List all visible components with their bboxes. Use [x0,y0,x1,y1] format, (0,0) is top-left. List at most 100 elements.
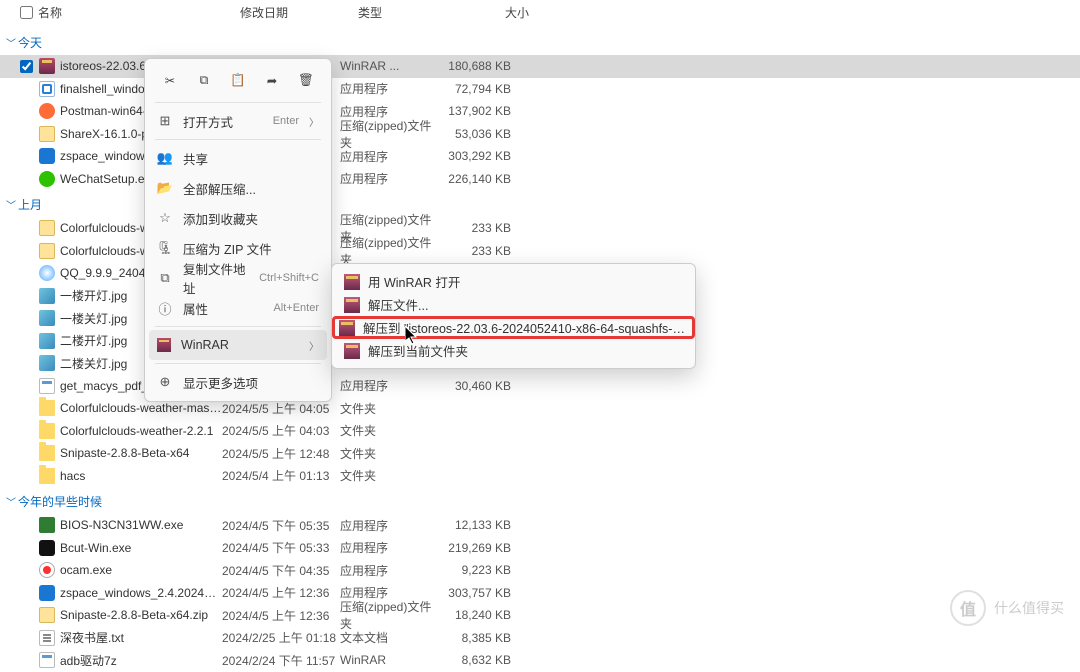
menu-item[interactable]: ⊕ 显示更多选项 [149,367,327,397]
file-row[interactable]: Snipaste-2.8.8-Beta-x64.zip2024/4/5 上午 1… [0,604,1080,627]
file-icon [38,630,56,646]
file-row[interactable]: hacs2024/5/4 上午 01:13文件夹 [0,465,1080,488]
file-icon [38,585,56,601]
share-icon[interactable]: ➦ [261,69,283,91]
chevron-down-icon: ﹀ [6,494,16,509]
file-type: 压缩(zipped)文件夹 [340,117,439,151]
header-checkbox-slot[interactable] [20,4,38,21]
column-header-row: 名称 修改日期 类型 大小 [0,0,1080,28]
menu-item[interactable]: ☆ 添加到收藏夹 [149,203,327,233]
menu-item-icon: ⊞ [157,113,173,129]
menu-item-icon: ⧉ [157,270,173,286]
chevron-right-icon: 〉 [309,114,319,129]
file-name: Colorfulclouds-weather-2.2.1 [60,424,222,438]
file-type: 文本文档 [340,629,439,646]
delete-icon[interactable]: 🗑 [295,69,317,91]
rename-icon[interactable]: 📋 [227,69,249,91]
file-type: 应用程序 [340,148,439,165]
submenu-item[interactable]: 解压到 "istoreos-22.03.6-2024052410-x86-64-… [332,316,695,339]
file-name: Colorfulclouds-weather-master [60,401,222,415]
col-header-size[interactable]: 大小 [457,4,537,21]
file-icon [38,378,56,394]
file-type: 应用程序 [340,170,439,187]
menu-item-icon: 📂 [157,180,173,196]
file-type: WinRAR [340,653,439,667]
watermark-text: 什么值得买 [994,598,1064,618]
menu-item-label: 复制文件地址 [183,259,249,297]
submenu-item-label: 解压文件... [368,295,428,314]
file-icon [38,126,56,142]
menu-item-shortcut: Alt+Enter [273,302,319,314]
file-size: 219,269 KB [439,541,519,555]
submenu-item-label: 用 WinRAR 打开 [368,272,460,291]
file-icon [38,310,56,326]
file-date: 2024/5/5 上午 12:48 [222,445,340,462]
menu-item-icon: ⊕ [157,374,173,390]
file-row[interactable]: Colorfulclouds-weather-2.2.12024/5/5 上午 … [0,420,1080,443]
winrar-submenu: 用 WinRAR 打开解压文件... 解压到 "istoreos-22.03.6-… [331,263,696,369]
menu-separator [155,326,321,327]
submenu-item[interactable]: 解压到当前文件夹 [336,339,691,362]
menu-item[interactable]: ⊞打开方式Enter〉 [149,106,327,136]
menu-item[interactable]: 👥共享 [149,143,327,173]
file-type: 压缩(zipped)文件夹 [340,598,439,632]
file-size: 226,140 KB [439,172,519,186]
menu-item[interactable]: ⓘ属性Alt+Enter [149,293,327,323]
file-date: 2024/4/5 上午 12:36 [222,607,340,624]
menu-item[interactable]: WinRAR〉 [149,330,327,360]
file-icon [38,220,56,236]
menu-item-label: 显示更多选项 [183,373,319,392]
file-size: 53,036 KB [439,127,519,141]
file-size: 303,292 KB [439,149,519,163]
submenu-item-label: 解压到 "istoreos-22.03.6-2024052410-x86-64-… [363,318,688,337]
file-row[interactable]: zspace_windows_2.4.2024020201_02030...20… [0,582,1080,605]
group-header[interactable]: ﹀今天 [0,28,1080,55]
file-icon [38,423,56,439]
file-row[interactable]: 深夜书屋.txt2024/2/25 上午 01:18文本文档8,385 KB [0,627,1080,650]
file-icon [38,171,56,187]
file-type: 文件夹 [340,422,439,439]
file-icon [38,148,56,164]
file-type: 应用程序 [340,562,439,579]
winrar-icon [344,343,360,359]
cut-icon[interactable]: ✂ [159,69,181,91]
file-row[interactable]: BIOS-N3CN31WW.exe2024/4/5 下午 05:35应用程序12… [0,514,1080,537]
file-size: 137,902 KB [439,104,519,118]
menu-item-icon: 👥 [157,150,173,166]
file-date: 2024/2/25 上午 01:18 [222,629,340,646]
file-row[interactable]: Bcut-Win.exe2024/4/5 下午 05:33应用程序219,269… [0,537,1080,560]
file-name: Snipaste-2.8.8-Beta-x64.zip [60,608,222,622]
file-type: 文件夹 [340,445,439,462]
menu-item-label: 添加到收藏夹 [183,209,319,228]
file-icon [38,81,56,97]
group-header[interactable]: ﹀今年的早些时候 [0,487,1080,514]
menu-item-icon: 🗜 [157,240,173,256]
menu-item-icon: ☆ [157,210,173,226]
file-row[interactable]: adb驱动7z2024/2/24 下午 11:57WinRAR8,632 KB [0,649,1080,672]
file-row[interactable]: Snipaste-2.8.8-Beta-x642024/5/5 上午 12:48… [0,442,1080,465]
col-header-date[interactable]: 修改日期 [240,4,358,21]
file-icon [38,58,56,74]
file-type: 文件夹 [340,467,439,484]
submenu-item[interactable]: 用 WinRAR 打开 [336,270,691,293]
file-name: 深夜书屋.txt [60,629,222,646]
file-size: 233 KB [439,221,519,235]
file-icon [38,243,56,259]
col-header-name[interactable]: 名称 [38,4,240,21]
copy-icon[interactable]: ⧉ [193,69,215,91]
menu-item-label: 属性 [183,299,263,318]
menu-item[interactable]: ⧉复制文件地址Ctrl+Shift+C [149,263,327,293]
file-type: 文件夹 [340,400,439,417]
file-type: WinRAR ... [340,59,439,73]
file-size: 30,460 KB [439,379,519,393]
file-date: 2024/2/24 下午 11:57 [222,652,340,669]
menu-item[interactable]: 📂全部解压缩... [149,173,327,203]
submenu-item[interactable]: 解压文件... [336,293,691,316]
row-checkbox[interactable] [20,60,38,73]
file-size: 12,133 KB [439,518,519,532]
file-date: 2024/4/5 下午 05:33 [222,539,340,556]
file-row[interactable]: ocam.exe2024/4/5 下午 04:35应用程序9,223 KB [0,559,1080,582]
menu-item-label: 压缩为 ZIP 文件 [183,239,319,258]
file-icon [38,540,56,556]
col-header-type[interactable]: 类型 [358,4,457,21]
